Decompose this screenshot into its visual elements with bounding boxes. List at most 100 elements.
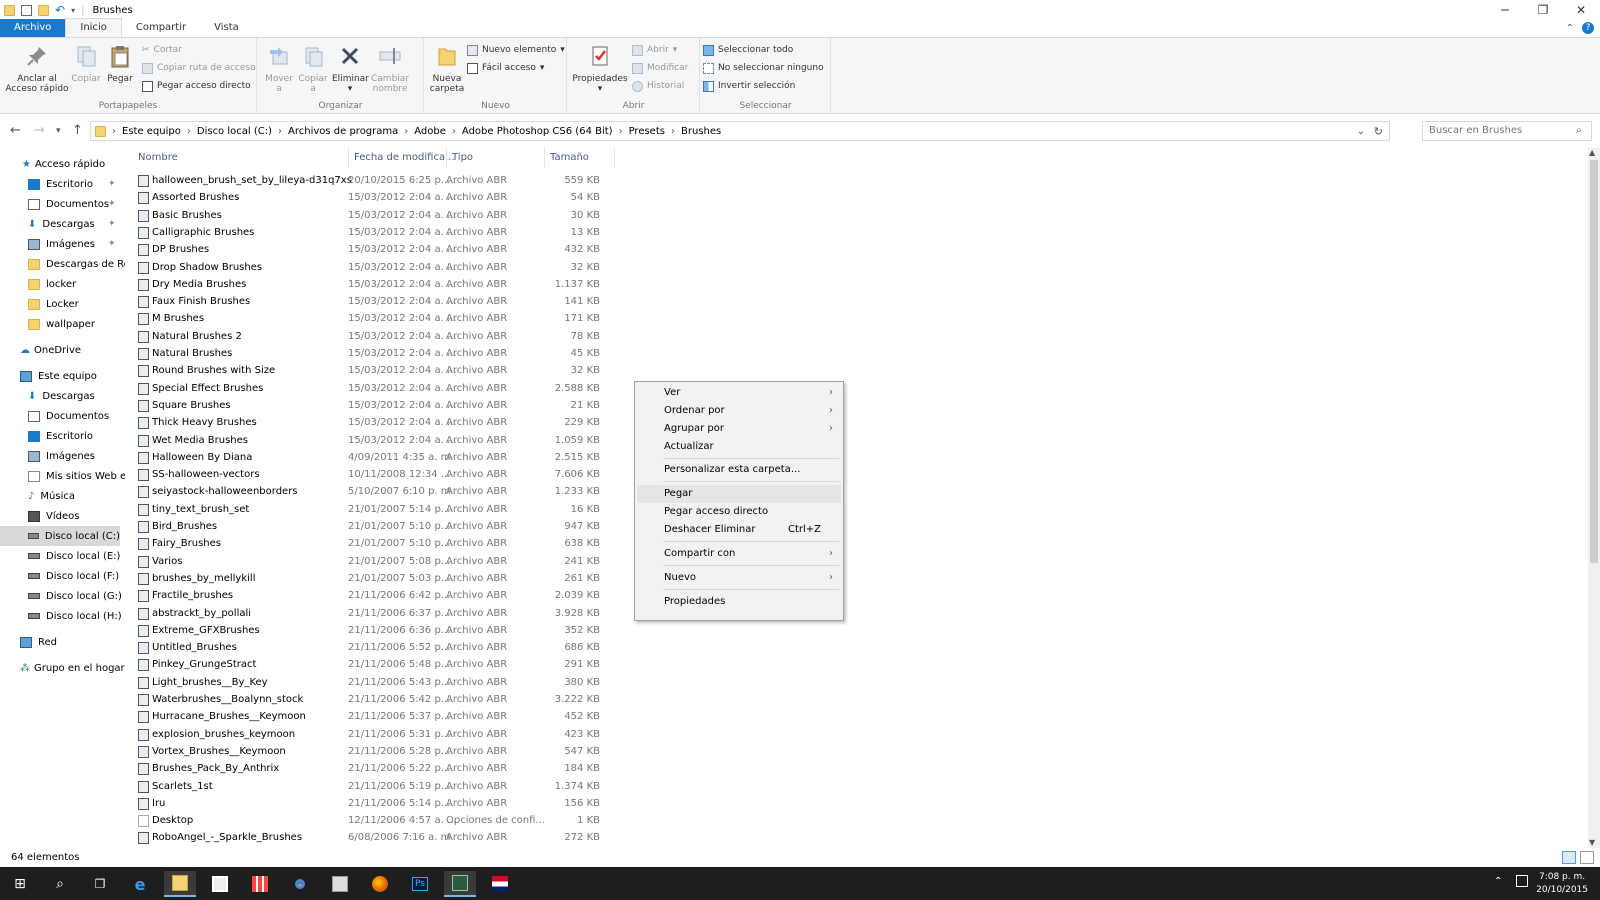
breadcrumb-item[interactable]: Brushes [681,126,721,137]
column-divider[interactable] [614,148,615,168]
collapse-ribbon-icon[interactable]: ⌃ [1566,23,1574,34]
taskbar-app[interactable] [444,871,476,897]
file-row[interactable]: M Brushes 15/03/2012 2:04 a. ... Archivo A… [130,310,600,327]
column-header-type[interactable]: Tipo [452,148,473,168]
edit-button[interactable]: Modificar [632,60,688,76]
file-row[interactable]: Fractile_brushes 21/11/2006 6:42 p.... Arc… [130,587,600,604]
tab-compartir[interactable]: Compartir [122,19,200,37]
file-row[interactable]: Round Brushes with Size 15/03/2012 2:04 a… [130,362,600,379]
column-divider[interactable] [544,148,545,168]
open-button[interactable]: Abrir ▾ [632,42,677,58]
show-hidden-icons-icon[interactable]: ⌃ [1494,876,1502,887]
taskbar-flag-app[interactable] [484,871,516,897]
nav-pc-disco-c[interactable]: Disco local (C:) [0,526,120,546]
tab-inicio[interactable]: Inicio [65,18,122,37]
start-button[interactable]: ⊞ [4,871,36,897]
properties-icon[interactable] [21,4,32,16]
menu-item-propiedades[interactable]: Propiedades [637,593,841,611]
file-row[interactable]: Halloween By Diana 4/09/2011 4:35 a. m. Ar… [130,449,600,466]
breadcrumb-separator[interactable]: › [619,126,623,137]
menu-item-ordenar-por[interactable]: Ordenar por › [637,402,841,420]
file-row[interactable]: brushes_by_mellykill 21/01/2007 5:03 p...… [130,570,600,587]
column-header-date[interactable]: Fecha de modifica... [354,148,455,168]
file-row[interactable]: DP Brushes 15/03/2012 2:04 a. ... Archivo … [130,241,600,258]
search-button[interactable]: ⌕ [44,871,76,897]
nav-item-wallpaper[interactable]: wallpaper [28,314,95,334]
nav-quick-access[interactable]: ★ Acceso rápido [22,154,105,174]
file-row[interactable]: Pinkey_GrungeStract 21/11/2006 5:48 p....… [130,656,600,673]
file-row[interactable]: Assorted Brushes 15/03/2012 2:04 a. ... Ar… [130,189,600,206]
file-row[interactable]: explosion_brushes_keymoon 21/11/2006 5:31… [130,726,600,743]
menu-item-agrupar-por[interactable]: Agrupar por › [637,420,841,438]
maximize-button[interactable]: ❐ [1524,0,1562,20]
properties-button[interactable]: Propiedades ▾ [572,42,628,94]
close-button[interactable]: ✕ [1562,0,1600,20]
nav-pc-videos[interactable]: Vídeos [28,506,79,526]
taskbar-chrome[interactable] [284,871,316,897]
file-row[interactable]: seiyastock-halloweenborders 5/10/2007 6:1… [130,483,600,500]
nav-pc-disco-g[interactable]: Disco local (G:) [28,586,122,606]
select-none-button[interactable]: No seleccionar ninguno [703,60,824,76]
tab-vista[interactable]: Vista [200,19,253,37]
copy-button[interactable]: Copiar [70,42,102,84]
file-row[interactable]: Desktop 12/11/2006 4:57 a. ... Opciones de… [130,812,600,829]
file-row[interactable]: Faux Finish Brushes 15/03/2012 2:04 a. ..… [130,293,600,310]
nav-item-locker[interactable]: locker [28,274,76,294]
menu-item-ver[interactable]: Ver › [637,384,841,402]
file-row[interactable]: Varios 21/01/2007 5:08 p.... Archivo ABR 24… [130,553,600,570]
column-header-size[interactable]: Tamaño [550,148,589,168]
file-row[interactable]: Thick Heavy Brushes 15/03/2012 2:04 a. ..… [130,414,600,431]
search-icon[interactable]: ⌕ [1576,125,1582,136]
copy-path-button[interactable]: Copiar ruta de acceso [142,60,256,76]
taskbar-explorer[interactable] [164,871,196,897]
taskbar-store[interactable] [204,871,236,897]
rename-button[interactable]: Cambiar nombre [370,42,410,94]
column-divider[interactable] [446,148,447,168]
minimize-button[interactable]: ─ [1486,0,1524,20]
file-row[interactable]: RoboAngel_-_Sparkle_Brushes 6/08/2006 7:1… [130,829,600,846]
nav-pc-musica[interactable]: ♪ Música [28,486,75,506]
scrollbar-thumb[interactable] [1590,160,1598,563]
invert-selection-button[interactable]: Invertir selección [703,78,795,94]
file-row[interactable]: Hurracane_Brushes__Keymoon 21/11/2006 5:3… [130,708,600,725]
large-icons-view-icon[interactable] [1580,851,1594,864]
nav-homegroup[interactable]: ⁂ Grupo en el hogar [20,658,125,678]
file-row[interactable]: Vortex_Brushes__Keymoon 21/11/2006 5:28 p… [130,743,600,760]
undo-icon[interactable]: ↶ [55,3,65,17]
file-row[interactable]: Scarlets_1st 21/11/2006 5:19 p.... Archivo… [130,778,600,795]
history-button[interactable]: Historial [632,78,684,94]
breadcrumb-separator[interactable]: › [278,126,282,137]
paste-shortcut-button[interactable]: Pegar acceso directo [142,78,251,94]
menu-item-personalizar[interactable]: Personalizar esta carpeta... [637,461,841,479]
nav-onedrive[interactable]: ☁ OneDrive [20,340,81,360]
breadcrumb-item[interactable]: Adobe [414,126,446,137]
details-view-icon[interactable] [1562,851,1576,864]
file-row[interactable]: Untitled_Brushes 21/11/2006 5:52 p.... Arc… [130,639,600,656]
select-all-button[interactable]: Seleccionar todo [703,42,793,58]
nav-item-documentos[interactable]: Documentos [28,194,109,214]
nav-pc-mis-sitios-web[interactable]: Mis sitios Web en [28,466,125,486]
breadcrumb-item[interactable]: Disco local (C:) [197,126,272,137]
search-input[interactable]: Buscar en Brushes [1422,121,1592,141]
nav-pc-descargas[interactable]: ⬇ Descargas [28,386,95,406]
breadcrumb-item[interactable]: Archivos de programa [288,126,398,137]
back-icon[interactable]: ← [10,123,21,138]
column-header-name[interactable]: Nombre [138,148,178,168]
nav-pc-imagenes[interactable]: Imágenes [28,446,95,466]
clock[interactable]: 7:08 p. m. 20/10/2015 [1536,871,1588,897]
breadcrumb[interactable]: › Este equipo › Disco local (C:) › Archi… [90,121,1390,141]
file-row[interactable]: Calligraphic Brushes 15/03/2012 2:04 a. .… [130,224,600,241]
file-row[interactable]: Bird_Brushes 21/01/2007 5:10 p.... Archivo… [130,518,600,535]
task-view-button[interactable]: ❐ [84,871,116,897]
taskbar-edge[interactable]: e [124,871,156,897]
menu-item-actualizar[interactable]: Actualizar [637,438,841,456]
breadcrumb-separator[interactable]: › [452,126,456,137]
nav-item-imagenes[interactable]: Imágenes [28,234,95,254]
copy-to-button[interactable]: Copiar a [298,42,328,94]
nav-item-descargas[interactable]: ⬇ Descargas [28,214,95,234]
scroll-up-icon[interactable]: ▲ [1589,148,1595,157]
breadcrumb-separator[interactable]: › [671,126,675,137]
breadcrumb-separator[interactable]: › [112,126,116,137]
nav-this-pc[interactable]: Este equipo [20,366,97,386]
breadcrumb-separator[interactable]: › [404,126,408,137]
